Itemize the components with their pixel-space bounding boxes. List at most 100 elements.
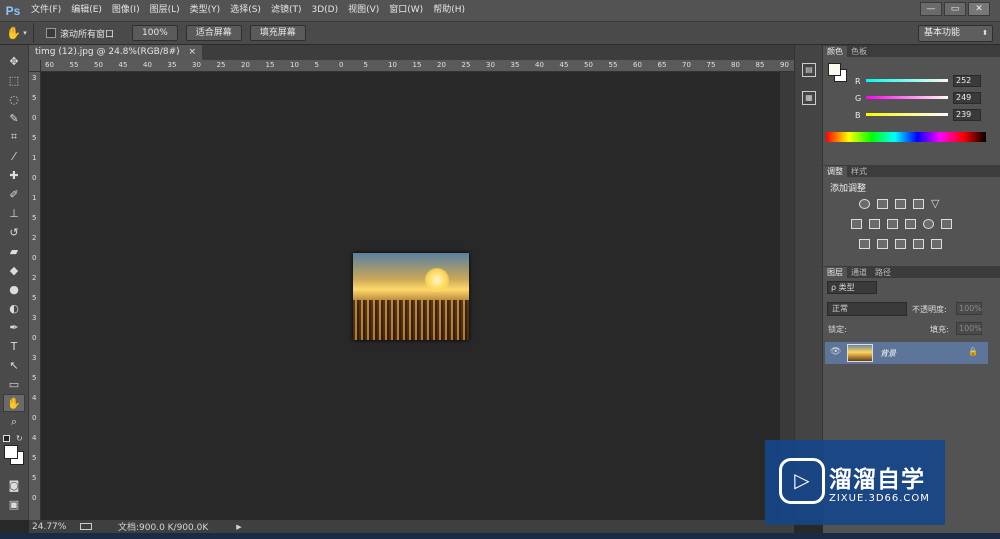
hand-tool-preset-icon[interactable]: ✋ ▾ xyxy=(0,23,34,43)
color-panel: R 252 G 249 B 239 xyxy=(823,57,1000,147)
hand-tool-icon[interactable]: ✋ xyxy=(3,394,25,412)
vibrance-icon[interactable]: ▽ xyxy=(931,198,942,209)
menu-select[interactable]: 选择(S) xyxy=(225,0,266,21)
quick-select-tool-icon[interactable]: ✎ xyxy=(3,109,25,127)
menu-view[interactable]: 视图(V) xyxy=(343,0,384,21)
default-colors-icon[interactable] xyxy=(3,435,10,442)
toolbox: ✥ ⬚ ◌ ✎ ⌗ ⁄ ✚ ✐ ⊥ ↺ ▰ ◆ ● ◐ ✒ T ↖ ▭ ✋ ⌕ … xyxy=(0,45,29,520)
menu-type[interactable]: 类型(Y) xyxy=(185,0,226,21)
opacity-input[interactable]: 100% xyxy=(956,302,982,315)
screen-mode-icon[interactable]: ▣ xyxy=(3,495,25,513)
zoom-100-button[interactable]: 100% xyxy=(132,25,178,41)
eye-icon[interactable]: 👁 xyxy=(830,347,841,357)
history-panel-icon[interactable]: ▤ xyxy=(802,63,816,77)
status-menu-arrow-icon[interactable]: ▶ xyxy=(236,523,241,531)
dodge-tool-icon[interactable]: ◐ xyxy=(3,299,25,317)
crop-tool-icon[interactable]: ⌗ xyxy=(3,128,25,146)
os-taskbar xyxy=(0,533,1000,539)
zoom-tool-icon[interactable]: ⌕ xyxy=(3,413,25,431)
layer-background[interactable]: 👁 背景 🔒 xyxy=(825,342,988,364)
close-button[interactable]: ✕ xyxy=(968,2,990,16)
tab-styles[interactable]: 样式 xyxy=(847,166,871,177)
color-lookup-icon[interactable] xyxy=(941,219,952,229)
hue-saturation-icon[interactable] xyxy=(851,219,862,229)
eyedropper-tool-icon[interactable]: ⁄ xyxy=(3,147,25,165)
color-spectrum[interactable] xyxy=(826,132,986,142)
red-slider[interactable] xyxy=(866,79,948,82)
play-logo-icon: ▷ xyxy=(779,458,825,504)
type-tool-icon[interactable]: T xyxy=(3,337,25,355)
watermark-logo: ▷ 溜溜自学 ZIXUE.3D66.COM xyxy=(765,440,945,525)
selective-color-icon[interactable] xyxy=(931,239,942,249)
tab-color[interactable]: 颜色 xyxy=(823,46,847,57)
blue-value-input[interactable]: 239 xyxy=(953,109,981,121)
tab-paths[interactable]: 路径 xyxy=(871,267,895,278)
history-brush-tool-icon[interactable]: ↺ xyxy=(3,223,25,241)
gradient-map-icon[interactable] xyxy=(913,239,924,249)
brightness-icon[interactable] xyxy=(859,199,870,209)
layer-filter-select[interactable]: ρ 类型 xyxy=(827,281,877,294)
h-ruler-tick: 80 xyxy=(731,61,740,69)
threshold-icon[interactable] xyxy=(895,239,906,249)
quick-mask-icon[interactable]: ◙ xyxy=(3,476,25,494)
move-tool-icon[interactable]: ✥ xyxy=(3,52,25,70)
tab-layers[interactable]: 图层 xyxy=(823,267,847,278)
ruler-origin[interactable] xyxy=(29,60,41,72)
document-tab[interactable]: timg (12).jpg @ 24.8%(RGB/8#) × xyxy=(29,45,203,60)
menu-file[interactable]: 文件(F) xyxy=(26,0,66,21)
h-ruler-tick: 70 xyxy=(682,61,691,69)
green-slider[interactable] xyxy=(866,96,948,99)
minimize-button[interactable]: — xyxy=(920,2,942,16)
fill-input[interactable]: 100% xyxy=(956,322,982,335)
red-value-input[interactable]: 252 xyxy=(953,75,981,87)
menu-window[interactable]: 窗口(W) xyxy=(384,0,428,21)
invert-icon[interactable] xyxy=(859,239,870,249)
blend-mode-select[interactable]: 正常 xyxy=(827,302,907,316)
lasso-tool-icon[interactable]: ◌ xyxy=(3,90,25,108)
workspace-select[interactable]: 基本功能 ⬍ xyxy=(918,25,993,42)
v-ruler-tick: 0 xyxy=(32,414,37,422)
v-ruler-tick: 5 xyxy=(32,214,37,222)
fit-screen-button[interactable]: 适合屏幕 xyxy=(185,25,242,41)
curves-icon[interactable] xyxy=(895,199,906,209)
paint-bucket-tool-icon[interactable]: ◆ xyxy=(3,261,25,279)
green-value-input[interactable]: 249 xyxy=(953,92,981,104)
fill-screen-button[interactable]: 填充屏幕 xyxy=(249,25,306,41)
clone-stamp-tool-icon[interactable]: ⊥ xyxy=(3,204,25,222)
tab-close-icon[interactable]: × xyxy=(189,47,197,57)
menu-edit[interactable]: 编辑(E) xyxy=(66,0,107,21)
restore-button[interactable]: ▭ xyxy=(944,2,966,16)
menu-image[interactable]: 图像(I) xyxy=(107,0,145,21)
menu-help[interactable]: 帮助(H) xyxy=(428,0,470,21)
black-white-icon[interactable] xyxy=(887,219,898,229)
healing-brush-tool-icon[interactable]: ✚ xyxy=(3,166,25,184)
levels-icon[interactable] xyxy=(877,199,888,209)
eraser-tool-icon[interactable]: ▰ xyxy=(3,242,25,260)
photo-filter-icon[interactable] xyxy=(905,219,916,229)
color-balance-icon[interactable] xyxy=(869,219,880,229)
tab-channels[interactable]: 通道 xyxy=(847,267,871,278)
pen-tool-icon[interactable]: ✒ xyxy=(3,318,25,336)
channel-mixer-icon[interactable] xyxy=(923,219,934,229)
menu-3d[interactable]: 3D(D) xyxy=(306,0,343,21)
properties-panel-icon[interactable]: ▦ xyxy=(802,91,816,105)
zoom-level[interactable]: 24.77% xyxy=(32,522,72,532)
tab-adjustments[interactable]: 调整 xyxy=(823,166,847,177)
scroll-all-windows-checkbox[interactable] xyxy=(46,28,56,38)
blur-tool-icon[interactable]: ● xyxy=(3,280,25,298)
blue-slider[interactable] xyxy=(866,113,948,116)
swap-colors-icon[interactable]: ↻ xyxy=(16,434,23,443)
brush-tool-icon[interactable]: ✐ xyxy=(3,185,25,203)
posterize-icon[interactable] xyxy=(877,239,888,249)
v-ruler-tick: 3 xyxy=(32,74,37,82)
menu-filter[interactable]: 滤镜(T) xyxy=(266,0,307,21)
foreground-color-swatch[interactable] xyxy=(4,445,18,459)
path-select-tool-icon[interactable]: ↖ xyxy=(3,356,25,374)
rectangle-tool-icon[interactable]: ▭ xyxy=(3,375,25,393)
h-ruler-tick: 65 xyxy=(657,61,667,69)
marquee-tool-icon[interactable]: ⬚ xyxy=(3,71,25,89)
menu-layer[interactable]: 图层(L) xyxy=(145,0,185,21)
exposure-icon[interactable] xyxy=(913,199,924,209)
color-fg-swatch[interactable] xyxy=(828,63,841,76)
tab-swatches[interactable]: 色板 xyxy=(847,46,871,57)
